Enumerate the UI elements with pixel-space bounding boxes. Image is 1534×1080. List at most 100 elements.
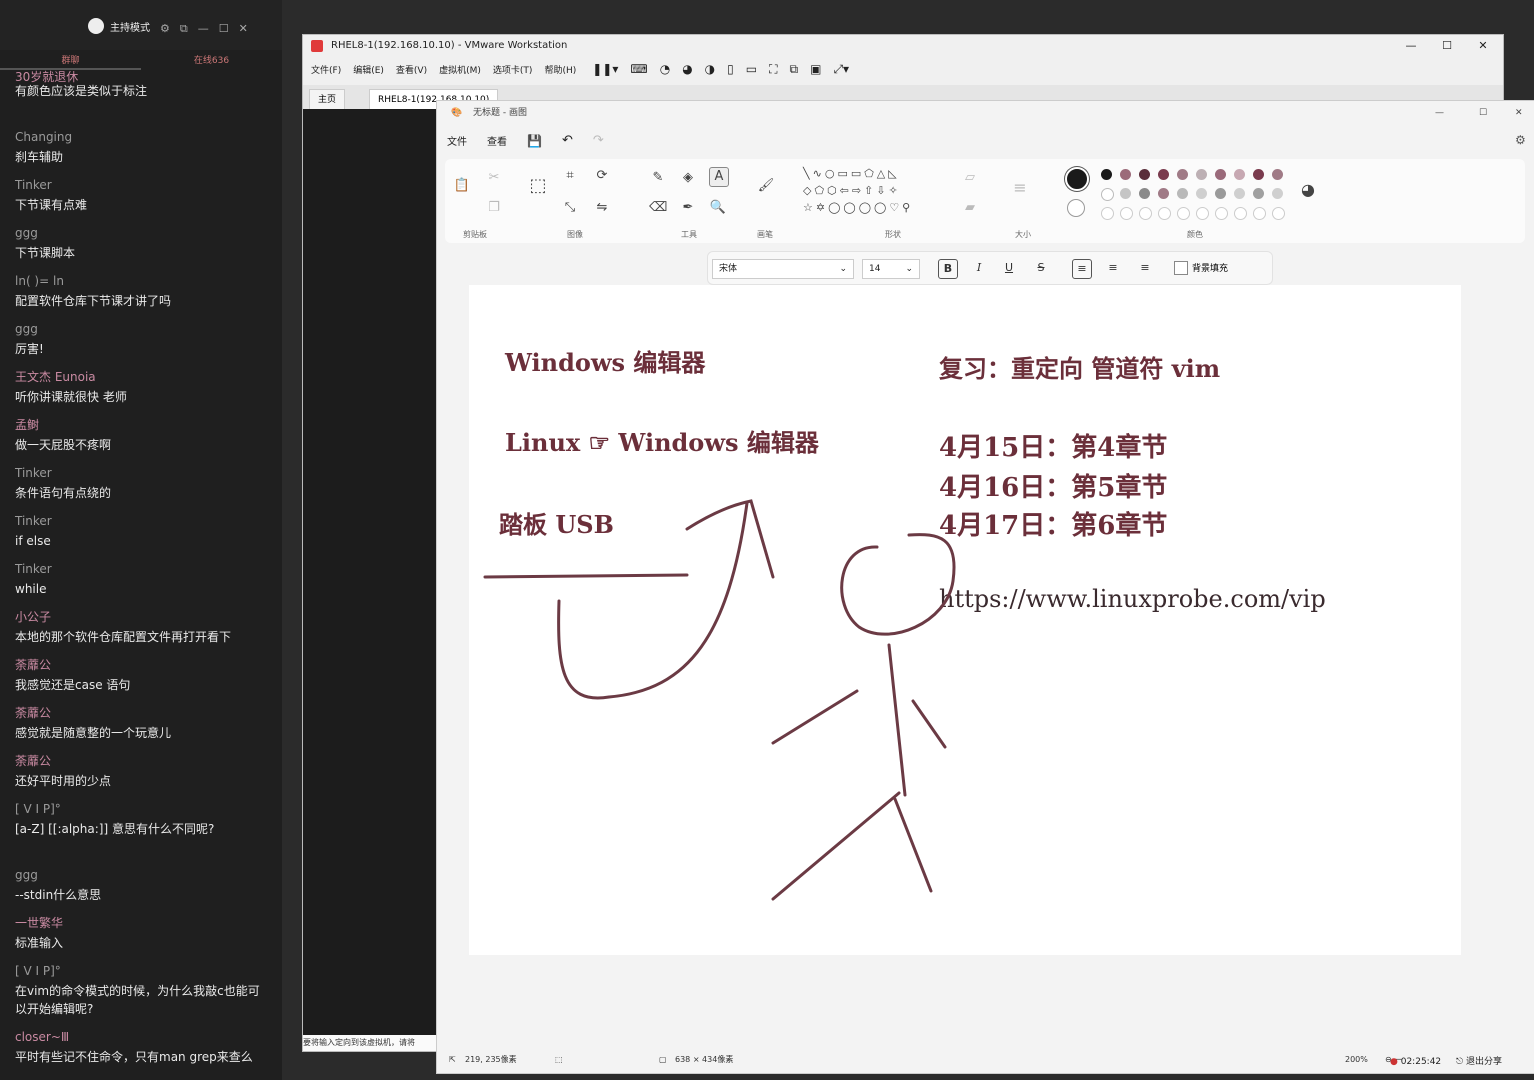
chat-username[interactable]: Tinker (15, 562, 265, 576)
palette-empty-slot[interactable] (1120, 207, 1133, 220)
palette-empty-slot[interactable] (1139, 207, 1152, 220)
menu-file[interactable]: 文件 (447, 133, 467, 148)
tab-group-chat[interactable]: 群聊 (0, 52, 141, 70)
cut-icon[interactable]: ✂ (485, 169, 503, 187)
maximize-icon[interactable]: ☐ (1479, 101, 1487, 125)
minimize-icon[interactable]: — (1435, 101, 1444, 125)
chat-username[interactable]: [ V I P]° (15, 964, 265, 978)
size-icon[interactable]: ≡ (1011, 179, 1029, 197)
stretch-icon[interactable]: ⤢▾ (833, 62, 849, 77)
copy-icon[interactable]: ❐ (485, 199, 503, 217)
align-center-button[interactable]: ≡ (1104, 259, 1122, 277)
snapshot-manager-icon[interactable]: ◑ (705, 62, 715, 76)
chat-username[interactable]: Tinker (15, 466, 265, 480)
palette-swatch[interactable] (1139, 188, 1150, 199)
chat-username[interactable]: 荼蘼公 (15, 706, 265, 720)
close-icon[interactable]: ✕ (1515, 101, 1523, 125)
rotate-icon[interactable]: ⟳ (593, 167, 611, 185)
font-size-select[interactable]: 14 ⌄ (862, 259, 920, 279)
eraser-icon[interactable]: ⌫ (649, 199, 667, 217)
primary-color[interactable] (1065, 167, 1089, 191)
chat-username[interactable]: ggg (15, 868, 265, 882)
pause-icon[interactable]: ❚❚▾ (592, 62, 618, 76)
color-picker-icon[interactable]: ✒ (679, 199, 697, 217)
pencil-icon[interactable]: ✎ (649, 169, 667, 187)
chat-username[interactable]: 一世繁华 (15, 916, 265, 930)
minimize-icon[interactable]: — (198, 22, 209, 36)
chat-username[interactable]: Changing (15, 130, 265, 144)
chat-username[interactable]: 小公子 (15, 610, 265, 624)
close-icon[interactable]: ✕ (1465, 35, 1501, 57)
chat-username[interactable]: ggg (15, 322, 265, 336)
chat-username[interactable]: 孟鲥 (15, 418, 265, 432)
view-console-icon[interactable]: ▭ (746, 62, 757, 76)
chat-username[interactable]: ggg (15, 226, 265, 240)
menu-tabs[interactable]: 选项卡(T) (493, 63, 533, 76)
snapshot-icon[interactable]: ◔ (660, 62, 670, 76)
maximize-icon[interactable]: ☐ (1429, 35, 1465, 57)
palette-swatch[interactable] (1196, 169, 1207, 180)
settings-icon[interactable]: ⚙ (1515, 133, 1526, 147)
minimize-icon[interactable]: — (1393, 35, 1429, 57)
palette-swatch[interactable] (1196, 188, 1207, 199)
menu-file[interactable]: 文件(F) (311, 63, 341, 76)
shape-fill-icon[interactable]: ▰ (961, 199, 979, 217)
menu-edit[interactable]: 编辑(E) (353, 63, 384, 76)
close-icon[interactable]: ✕ (239, 22, 248, 36)
secondary-color[interactable] (1067, 199, 1085, 217)
save-icon[interactable]: 💾 (527, 134, 542, 148)
palette-empty-slot[interactable] (1234, 207, 1247, 220)
menu-view[interactable]: 查看(V) (396, 63, 427, 76)
palette-swatch[interactable] (1101, 169, 1112, 180)
align-right-button[interactable]: ≡ (1136, 259, 1154, 277)
flip-icon[interactable]: ⇋ (593, 199, 611, 217)
popout-icon[interactable]: ⧉ (180, 22, 188, 36)
chat-username[interactable]: 荼蘼公 (15, 658, 265, 672)
paste-icon[interactable]: 📋 (453, 177, 471, 195)
palette-swatch[interactable] (1177, 169, 1188, 180)
select-icon[interactable]: ⬚ (529, 177, 547, 195)
palette-swatch[interactable] (1234, 188, 1245, 199)
strikethrough-button[interactable]: S (1032, 259, 1050, 277)
palette-empty-slot[interactable] (1158, 207, 1171, 220)
palette-swatch[interactable] (1215, 188, 1226, 199)
stop-share-button[interactable]: 退出分享 (1466, 1057, 1502, 1067)
crop-icon[interactable]: ⌗ (561, 167, 579, 185)
menu-vm[interactable]: 虚拟机(M) (439, 63, 481, 76)
palette-swatch[interactable] (1139, 169, 1150, 180)
palette-swatch[interactable] (1253, 169, 1264, 180)
settings-icon[interactable]: ⚙ (160, 22, 170, 36)
chat-username[interactable]: Tinker (15, 178, 265, 192)
palette-swatch[interactable] (1234, 169, 1245, 180)
restore-icon[interactable]: ☐ (219, 22, 229, 36)
snapshot-restore-icon[interactable]: ◕ (682, 62, 692, 76)
palette-swatch[interactable] (1177, 188, 1188, 199)
palette-swatch[interactable] (1272, 188, 1283, 199)
tab-home[interactable]: 主页 (309, 89, 346, 110)
palette-empty-slot[interactable] (1177, 207, 1190, 220)
underline-button[interactable]: U (1000, 259, 1018, 277)
menu-view[interactable]: 查看 (487, 133, 507, 148)
resize-icon[interactable]: ⤡ (561, 199, 579, 217)
terminal-icon[interactable]: ▣ (810, 62, 821, 76)
palette-empty-slot[interactable] (1196, 207, 1209, 220)
chat-username[interactable]: 王文杰 Eunoia (15, 370, 265, 384)
undo-icon[interactable]: ↶ (562, 133, 573, 148)
palette-empty-slot[interactable] (1215, 207, 1228, 220)
fill-icon[interactable]: ◈ (679, 169, 697, 187)
chat-username[interactable]: 荼蘼公 (15, 754, 265, 768)
palette-swatch[interactable] (1215, 169, 1226, 180)
magnifier-icon[interactable]: 🔍 (709, 199, 727, 217)
host-mode[interactable]: 主持模式 (88, 18, 150, 34)
chat-username[interactable]: ln( )= ln (15, 274, 265, 288)
chat-username[interactable]: Tinker (15, 514, 265, 528)
outline-icon[interactable]: ▱ (961, 169, 979, 187)
palette-empty-slot[interactable] (1272, 207, 1285, 220)
tab-online[interactable]: 在线636 (141, 52, 282, 70)
redo-icon[interactable]: ↷ (593, 133, 604, 148)
font-family-select[interactable]: 宋体 ⌄ (712, 259, 854, 279)
view-sidebar-icon[interactable]: ▯ (727, 62, 734, 76)
italic-button[interactable]: I (970, 259, 988, 277)
palette-empty-slot[interactable] (1101, 207, 1114, 220)
palette-empty-slot[interactable] (1253, 207, 1266, 220)
